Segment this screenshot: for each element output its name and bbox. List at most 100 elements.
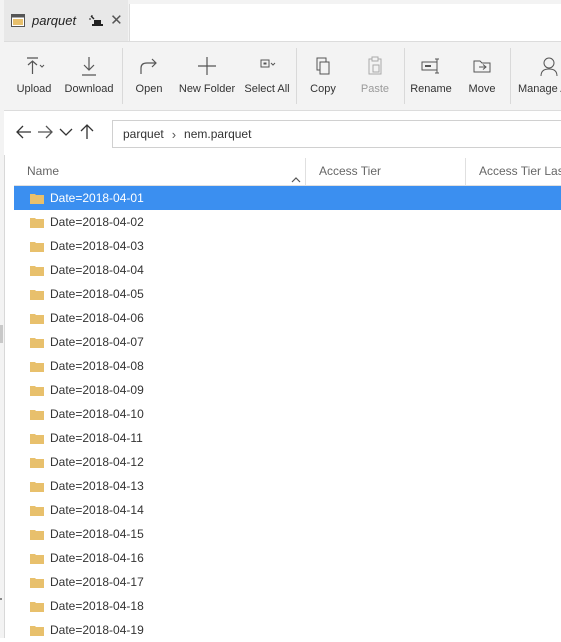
- list-item[interactable]: Date=2018-04-14: [14, 498, 561, 522]
- list-item[interactable]: Date=2018-04-04: [14, 258, 561, 282]
- folder-name: Date=2018-04-07: [50, 335, 144, 349]
- list-item[interactable]: Date=2018-04-09: [14, 378, 561, 402]
- manage-access-button[interactable]: Manage A: [516, 42, 561, 110]
- container-icon: [11, 14, 25, 27]
- folder-icon: [30, 409, 44, 420]
- list-header: Name Access Tier Access Tier Last: [14, 158, 561, 186]
- folder-name: Date=2018-04-16: [50, 551, 144, 565]
- folder-name: Date=2018-04-17: [50, 575, 144, 589]
- rename-button[interactable]: Rename: [408, 42, 454, 110]
- list-item[interactable]: Date=2018-04-10: [14, 402, 561, 426]
- folder-icon: [30, 601, 44, 612]
- open-label: Open: [135, 83, 163, 95]
- paste-icon: [363, 54, 387, 78]
- copy-icon: [311, 54, 335, 78]
- folder-icon: [30, 313, 44, 324]
- breadcrumb-item[interactable]: parquet: [113, 127, 164, 141]
- panel-edge-dot: [0, 598, 2, 600]
- column-header-name[interactable]: Name: [14, 158, 306, 185]
- forward-arrow-icon[interactable]: [35, 122, 55, 142]
- new-folder-button[interactable]: New Folder: [176, 42, 238, 110]
- list-item[interactable]: Date=2018-04-11: [14, 426, 561, 450]
- folder-name: Date=2018-04-13: [50, 479, 144, 493]
- chevron-down-icon[interactable]: [56, 122, 76, 142]
- toolbar-separator: [510, 48, 511, 104]
- copy-button[interactable]: Copy: [302, 42, 344, 110]
- toolbar-separator: [296, 48, 297, 104]
- folder-name: Date=2018-04-14: [50, 503, 144, 517]
- new-folder-label: New Folder: [178, 83, 236, 95]
- address-bar[interactable]: parquet › nem.parquet: [112, 120, 561, 148]
- toolbar-separator: [404, 48, 405, 104]
- upload-label: Upload: [16, 83, 52, 95]
- list-item[interactable]: Date=2018-04-03: [14, 234, 561, 258]
- tab-parquet[interactable]: parquet ✕: [4, 0, 128, 41]
- list-item[interactable]: Date=2018-04-18: [14, 594, 561, 618]
- tab-strip-empty: [129, 4, 561, 41]
- folder-name: Date=2018-04-12: [50, 455, 144, 469]
- folder-icon: [30, 625, 44, 636]
- rename-icon: [419, 54, 443, 78]
- list-item[interactable]: Date=2018-04-05: [14, 282, 561, 306]
- select-all-button[interactable]: Select All: [242, 42, 292, 110]
- up-arrow-icon[interactable]: [77, 122, 97, 142]
- list-item[interactable]: Date=2018-04-12: [14, 450, 561, 474]
- column-header-access-tier-last[interactable]: Access Tier Last: [466, 158, 561, 185]
- paste-button[interactable]: Paste: [354, 42, 396, 110]
- list-item[interactable]: Date=2018-04-02: [14, 210, 561, 234]
- pin-icon[interactable]: [88, 14, 104, 28]
- folder-icon: [30, 241, 44, 252]
- list-item[interactable]: Date=2018-04-06: [14, 306, 561, 330]
- list-item[interactable]: Date=2018-04-15: [14, 522, 561, 546]
- toolbar: Upload Download Open New Folder Select A…: [4, 42, 561, 111]
- list-item[interactable]: Date=2018-04-08: [14, 354, 561, 378]
- open-button[interactable]: Open: [128, 42, 170, 110]
- folder-icon: [30, 529, 44, 540]
- select-all-label: Select All: [244, 83, 290, 95]
- manage-access-label: Manage A: [518, 83, 561, 95]
- select-all-icon: [255, 54, 279, 78]
- upload-button[interactable]: Upload: [10, 42, 58, 110]
- breadcrumb-item[interactable]: nem.parquet: [176, 127, 251, 141]
- download-icon: [77, 54, 101, 78]
- list-item[interactable]: Date=2018-04-07: [14, 330, 561, 354]
- folder-icon: [30, 193, 44, 204]
- folder-name: Date=2018-04-02: [50, 215, 144, 229]
- list-item[interactable]: Date=2018-04-01: [14, 186, 561, 210]
- folder-icon: [30, 289, 44, 300]
- list-item[interactable]: Date=2018-04-16: [14, 546, 561, 570]
- move-button[interactable]: Move: [462, 42, 502, 110]
- plus-icon: [195, 54, 219, 78]
- folder-name: Date=2018-04-03: [50, 239, 144, 253]
- folder-name: Date=2018-04-11: [50, 431, 143, 445]
- panel-splitter-handle[interactable]: [0, 325, 3, 343]
- folder-icon: [30, 385, 44, 396]
- folder-name: Date=2018-04-04: [50, 263, 144, 277]
- back-arrow-icon[interactable]: [14, 122, 34, 142]
- file-list: Date=2018-04-01 Date=2018-04-02 Date=2018-…: [14, 186, 561, 642]
- folder-name: Date=2018-04-19: [50, 623, 144, 637]
- tab-bar: parquet ✕: [4, 0, 561, 42]
- copy-label: Copy: [310, 83, 336, 95]
- folder-icon: [30, 481, 44, 492]
- list-item[interactable]: Date=2018-04-17: [14, 570, 561, 594]
- list-item[interactable]: Date=2018-04-19: [14, 618, 561, 642]
- navigation-bar: parquet › nem.parquet: [4, 111, 561, 155]
- column-header-access-tier[interactable]: Access Tier: [306, 158, 466, 185]
- rename-label: Rename: [410, 83, 452, 95]
- folder-name: Date=2018-04-10: [50, 407, 144, 421]
- folder-icon: [30, 457, 44, 468]
- folder-icon: [30, 553, 44, 564]
- folder-name: Date=2018-04-18: [50, 599, 144, 613]
- close-tab-icon[interactable]: ✕: [110, 13, 123, 28]
- folder-icon: [30, 217, 44, 228]
- open-icon: [137, 54, 161, 78]
- column-access-tier-last-label: Access Tier Last: [479, 164, 561, 178]
- folder-name: Date=2018-04-08: [50, 359, 144, 373]
- toolbar-separator: [122, 48, 123, 104]
- folder-icon: [30, 337, 44, 348]
- folder-name: Date=2018-04-09: [50, 383, 144, 397]
- tab-title: parquet: [32, 13, 77, 28]
- list-item[interactable]: Date=2018-04-13: [14, 474, 561, 498]
- download-button[interactable]: Download: [62, 42, 116, 110]
